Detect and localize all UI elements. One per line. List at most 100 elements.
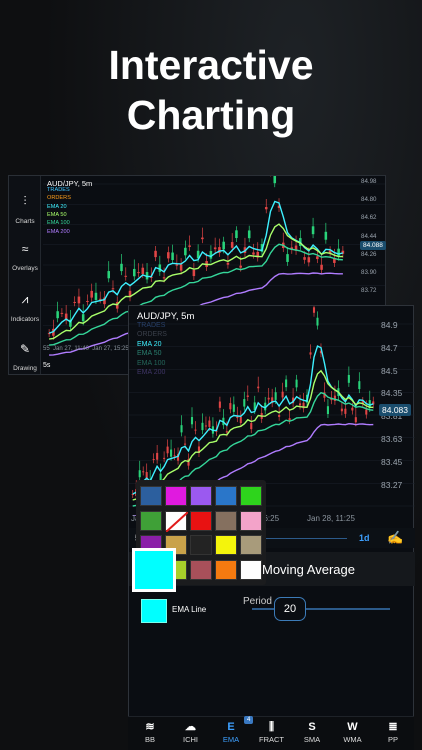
- candle-body: [312, 307, 316, 313]
- tab-ichi[interactable]: ☁ ICHI: [171, 717, 211, 744]
- legend-item: EMA 100: [137, 359, 166, 367]
- legend-item: EMA 50: [137, 350, 162, 358]
- y-tick-label: 84.9: [381, 320, 398, 330]
- y-tick-label: 84.7: [381, 342, 398, 353]
- candle-body: [175, 264, 179, 266]
- tab-label: WMA: [343, 735, 362, 744]
- color-swatch[interactable]: [140, 510, 162, 531]
- period-slider-track[interactable]: [252, 608, 390, 610]
- candle-body: [209, 251, 213, 259]
- period-slider-knob[interactable]: 20: [274, 597, 306, 621]
- ema-line-color-button[interactable]: [141, 599, 167, 623]
- candle-body: [250, 423, 253, 430]
- y-tick-label: 84.35: [381, 388, 403, 399]
- candle-body: [299, 403, 302, 406]
- pen-icon[interactable]: ✍: [387, 530, 403, 546]
- sidebar-item-indicators[interactable]: ⩘ Indicators: [9, 292, 41, 323]
- candle-body: [208, 420, 211, 427]
- selected-color-swatch[interactable]: [132, 548, 176, 592]
- candle-body: [309, 352, 312, 355]
- timeframe-button[interactable]: 5s: [43, 362, 50, 369]
- candle-body: [166, 446, 169, 454]
- x-axis-labels: 55 Jan 27, 11:40 Jan 27, 15:25: [43, 346, 129, 352]
- candle-body: [90, 290, 93, 298]
- sidebar-item-label: Indicators: [10, 316, 40, 323]
- tool-sidebar: ⫶ Charts ≈ Overlays ⩘ Indicators ✎ Drawi…: [9, 176, 41, 374]
- sidebar-item-charts[interactable]: ⫶ Charts: [9, 194, 41, 225]
- candle-body: [73, 301, 76, 303]
- candle-body: [120, 263, 123, 272]
- candle-body: [252, 252, 255, 255]
- zigzag-icon: ⩘: [21, 292, 29, 306]
- candle-body: [111, 288, 115, 290]
- legend-item: TRADES: [137, 322, 166, 329]
- candle-body: [124, 275, 128, 277]
- candle-body: [257, 386, 260, 389]
- sidebar-item-overlays[interactable]: ≈ Overlays: [9, 242, 41, 272]
- tab-label: FRACT: [259, 735, 284, 744]
- candle-body: [180, 425, 183, 433]
- timeframe-1d-button[interactable]: 1d: [359, 533, 370, 543]
- candle-body: [98, 298, 102, 300]
- tab-bb[interactable]: ≋ BB: [130, 717, 170, 744]
- color-swatch[interactable]: [240, 535, 262, 555]
- color-swatch[interactable]: [190, 535, 212, 555]
- candle-body: [163, 457, 166, 459]
- candle-body: [365, 409, 368, 415]
- candle-body: [194, 429, 197, 431]
- color-swatch[interactable]: [140, 486, 162, 506]
- candle-body: [235, 230, 238, 239]
- candle-body: [274, 392, 277, 400]
- tab-pp[interactable]: ≣ PP: [373, 717, 413, 744]
- candle-body: [141, 267, 145, 275]
- candle-body: [351, 407, 354, 411]
- headline-line2: Charting: [126, 92, 296, 138]
- color-swatch[interactable]: [215, 535, 237, 555]
- color-swatch[interactable]: [165, 486, 187, 506]
- color-swatch[interactable]: [240, 486, 262, 506]
- tab-wma[interactable]: W WMA: [333, 717, 373, 744]
- color-swatch[interactable]: [215, 510, 237, 531]
- candle-body: [154, 250, 157, 258]
- candle-body: [179, 264, 183, 271]
- y-tick-label: 83.72: [361, 287, 377, 295]
- ema-line-label: EMA Line: [172, 605, 207, 614]
- tab-fract[interactable]: ⫼ FRACT: [252, 717, 292, 744]
- y-tick-label: 84.44: [361, 232, 377, 240]
- y-tick-label: 84.98: [361, 178, 377, 185]
- color-swatch[interactable]: [240, 559, 262, 580]
- color-swatch[interactable]: [215, 486, 237, 506]
- tab-label: BB: [144, 735, 155, 744]
- symbol-title: AUD/JPY, 5m: [137, 311, 195, 322]
- candle-body: [316, 317, 319, 326]
- no-color-swatch[interactable]: [165, 510, 189, 533]
- candle-body: [344, 408, 347, 414]
- color-swatch[interactable]: [240, 510, 262, 531]
- candle-body: [307, 257, 311, 263]
- candle-body: [184, 247, 187, 256]
- color-swatch[interactable]: [190, 510, 212, 531]
- candle-body: [324, 231, 328, 240]
- candle-body: [358, 381, 361, 390]
- tab-sma[interactable]: S SMA: [292, 717, 332, 744]
- sidebar-item-drawing[interactable]: ✎ Drawing: [9, 342, 41, 372]
- y-tick-label: 83.90: [361, 269, 377, 276]
- candle-body: [81, 314, 85, 322]
- color-swatch[interactable]: [190, 486, 212, 506]
- candle-body: [222, 241, 225, 250]
- sidebar-item-label: Charts: [15, 218, 35, 225]
- ema-count-badge: 4: [244, 716, 254, 724]
- tab-label: ICHI: [183, 735, 198, 744]
- tab-label: SMA: [303, 735, 321, 744]
- legend-item: ORDERS: [47, 195, 71, 202]
- color-swatch[interactable]: [190, 559, 212, 580]
- candle-body: [278, 415, 281, 417]
- sidebar-item-label: Overlays: [12, 265, 38, 272]
- color-swatch[interactable]: [215, 559, 237, 580]
- headline-line1: Interactive: [108, 42, 314, 88]
- candle-body: [273, 176, 277, 184]
- candle-body: [132, 268, 136, 277]
- candle-body: [218, 401, 221, 408]
- candle-body: [337, 248, 340, 257]
- y-tick-label: 83.27: [381, 479, 403, 490]
